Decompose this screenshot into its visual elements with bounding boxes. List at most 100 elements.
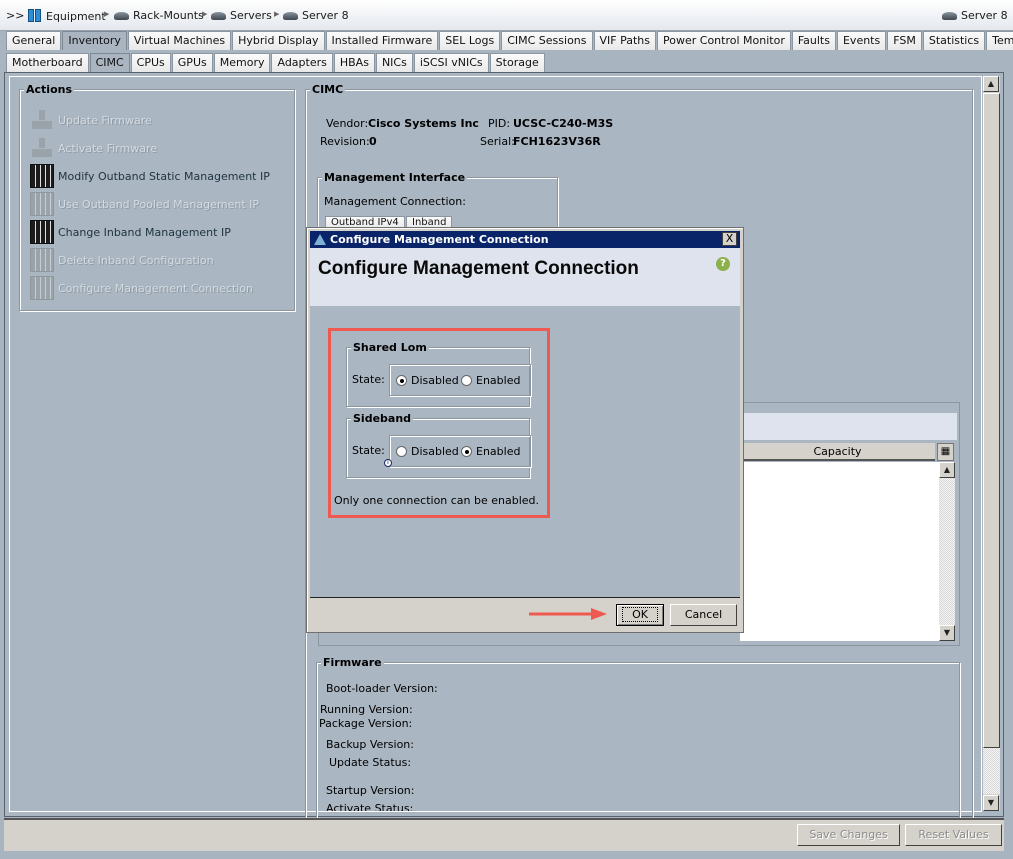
subtab-motherboard[interactable]: Motherboard xyxy=(6,53,89,72)
ok-button[interactable]: OK xyxy=(616,604,664,626)
subtab-memory[interactable]: Memory xyxy=(213,53,271,72)
sideband-state-radio-group: Disabled Enabled xyxy=(389,435,531,467)
subtab-iscsi-vnics[interactable]: iSCSI vNICs xyxy=(413,53,489,72)
configure-management-connection-dialog: Configure Management Connection X Config… xyxy=(306,227,744,633)
annotation-arrow-icon xyxy=(529,608,607,620)
action-label: Use Outband Pooled Management IP xyxy=(58,197,260,211)
action-label: Update Firmware xyxy=(58,113,152,127)
shared-lom-enabled-radio[interactable]: Enabled xyxy=(461,374,520,387)
scroll-down-icon[interactable]: ▼ xyxy=(939,625,955,641)
action-label: Modify Outband Static Management IP xyxy=(58,169,270,183)
action-change-inband-management-ip[interactable]: Change Inband Management IP xyxy=(30,220,231,244)
action-label: Configure Management Connection xyxy=(58,281,254,295)
management-connection-label: Management Connection: xyxy=(324,195,466,208)
bootloader-version-label: Boot-loader Version: xyxy=(326,682,438,695)
table-scrollbar[interactable]: ▲ ▼ xyxy=(939,462,955,641)
action-use-outband-pooled-management-ip[interactable]: Use Outband Pooled Management IP xyxy=(30,192,259,216)
subtab-storage[interactable]: Storage xyxy=(489,53,545,72)
tab-cimc-sessions[interactable]: CIMC Sessions xyxy=(501,31,593,50)
radio-button-icon[interactable] xyxy=(461,375,472,386)
backup-version-label: Backup Version: xyxy=(326,738,414,751)
scrollbar-thumb[interactable] xyxy=(983,93,1000,748)
dialog-titlebar[interactable]: Configure Management Connection X xyxy=(310,231,740,248)
subtab-cimc[interactable]: CIMC xyxy=(89,53,130,72)
revision-value: 0 xyxy=(369,135,377,148)
close-icon[interactable]: X xyxy=(722,232,737,246)
tab-virtual-machines[interactable]: Virtual Machines xyxy=(127,31,232,50)
breadcrumb-separator: ▶ xyxy=(202,10,208,18)
vendor-value: Cisco Systems Inc xyxy=(368,117,479,130)
breadcrumb-prefix[interactable]: >> xyxy=(6,9,24,22)
switch-panel-icon xyxy=(30,164,54,188)
breadcrumb-servers[interactable]: Servers xyxy=(211,9,272,22)
action-configure-management-connection[interactable]: Configure Management Connection xyxy=(30,276,253,300)
column-chooser-icon[interactable]: ▦ xyxy=(937,443,954,461)
scroll-up-icon[interactable]: ▲ xyxy=(983,76,999,92)
radio-button-icon[interactable] xyxy=(461,446,472,457)
tab-general[interactable]: General xyxy=(6,31,62,50)
dialog-note: Only one connection can be enabled. xyxy=(334,494,540,507)
breadcrumb-server-8[interactable]: Server 8 xyxy=(283,9,349,22)
info-icon: i xyxy=(384,459,392,467)
tab-sel-logs[interactable]: SEL Logs xyxy=(439,31,501,50)
subtab-gpus[interactable]: GPUs xyxy=(171,53,213,72)
actions-title: Actions xyxy=(24,83,74,96)
tab-hybrid-display[interactable]: Hybrid Display xyxy=(232,31,325,50)
tab-power-control-monitor[interactable]: Power Control Monitor xyxy=(657,31,791,50)
bottom-bar: Save Changes Reset Values xyxy=(4,818,1004,851)
breadcrumb-separator: ▶ xyxy=(274,10,280,18)
table-toolbar xyxy=(740,413,957,440)
subtab-hbas[interactable]: HBAs xyxy=(333,53,375,72)
breadcrumb-rack-mounts[interactable]: Rack-Mounts xyxy=(114,9,204,22)
server-icon xyxy=(114,11,129,20)
action-update-firmware[interactable]: Update Firmware xyxy=(30,108,152,132)
scrollbar-track[interactable] xyxy=(983,748,1000,794)
package-version-label: Package Version: xyxy=(319,717,413,730)
action-modify-outband-static-management-ip[interactable]: Modify Outband Static Management IP xyxy=(30,164,270,188)
switch-panel-icon xyxy=(30,248,54,272)
scroll-up-icon[interactable]: ▲ xyxy=(939,462,955,478)
current-object-label: Server 8 xyxy=(942,9,1008,22)
column-header-capacity[interactable]: Capacity xyxy=(740,443,935,461)
secondary-tabs: Motherboard CIMC CPUs GPUs Memory Adapters HBA… xyxy=(6,53,546,72)
server-icon xyxy=(942,11,957,20)
reset-values-button[interactable]: Reset Values xyxy=(905,824,1002,846)
radio-button-icon[interactable] xyxy=(396,446,407,457)
cancel-button[interactable]: Cancel xyxy=(670,604,737,626)
sideband-disabled-radio[interactable]: Disabled xyxy=(396,445,459,458)
action-activate-firmware[interactable]: Activate Firmware xyxy=(30,136,157,160)
pid-label: PID: xyxy=(488,117,511,130)
radio-button-icon[interactable] xyxy=(396,375,407,386)
firmware-download-icon xyxy=(30,136,54,160)
help-icon[interactable]: ? xyxy=(716,257,730,271)
shared-lom-disabled-radio[interactable]: Disabled xyxy=(396,374,459,387)
subtab-nics[interactable]: NICs xyxy=(375,53,413,72)
breadcrumb-label: Equipment xyxy=(46,9,106,23)
tab-temperatures[interactable]: Temperatures xyxy=(986,31,1013,50)
save-changes-button[interactable]: Save Changes xyxy=(797,824,900,846)
sideband-enabled-radio[interactable]: Enabled xyxy=(461,445,520,458)
tab-events[interactable]: Events xyxy=(836,31,887,50)
tab-fsm[interactable]: FSM xyxy=(887,31,922,50)
main-scrollbar[interactable]: ▲ ▼ xyxy=(983,76,1000,811)
dialog-body: Shared Lom State: Disabled Enabled Sideb… xyxy=(310,306,740,598)
breadcrumb-equipment[interactable]: Equipment xyxy=(28,9,106,23)
tab-installed-firmware[interactable]: Installed Firmware xyxy=(325,31,439,50)
action-delete-inband-configuration[interactable]: Delete Inband Configuration xyxy=(30,248,214,272)
actions-group: Actions Update Firmware Activate Firmware… xyxy=(19,83,295,311)
server-icon xyxy=(211,11,226,20)
subtab-cpus[interactable]: CPUs xyxy=(130,53,171,72)
primary-tabs: General Inventory Virtual Machines Hybrid D… xyxy=(6,31,1013,50)
current-object-text: Server 8 xyxy=(961,9,1008,22)
tab-faults[interactable]: Faults xyxy=(791,31,836,50)
sideband-state-label: State: xyxy=(352,444,385,457)
radio-label: Enabled xyxy=(476,374,521,387)
subtab-adapters[interactable]: Adapters xyxy=(271,53,333,72)
tab-inventory[interactable]: Inventory xyxy=(62,31,127,50)
tab-vif-paths[interactable]: VIF Paths xyxy=(593,31,657,50)
update-status-label: Update Status: xyxy=(329,756,412,769)
management-interface-title: Management Interface xyxy=(322,171,468,184)
shared-lom-state-label: State: xyxy=(352,373,385,386)
scroll-down-icon[interactable]: ▼ xyxy=(983,795,999,811)
tab-statistics[interactable]: Statistics xyxy=(922,31,986,50)
